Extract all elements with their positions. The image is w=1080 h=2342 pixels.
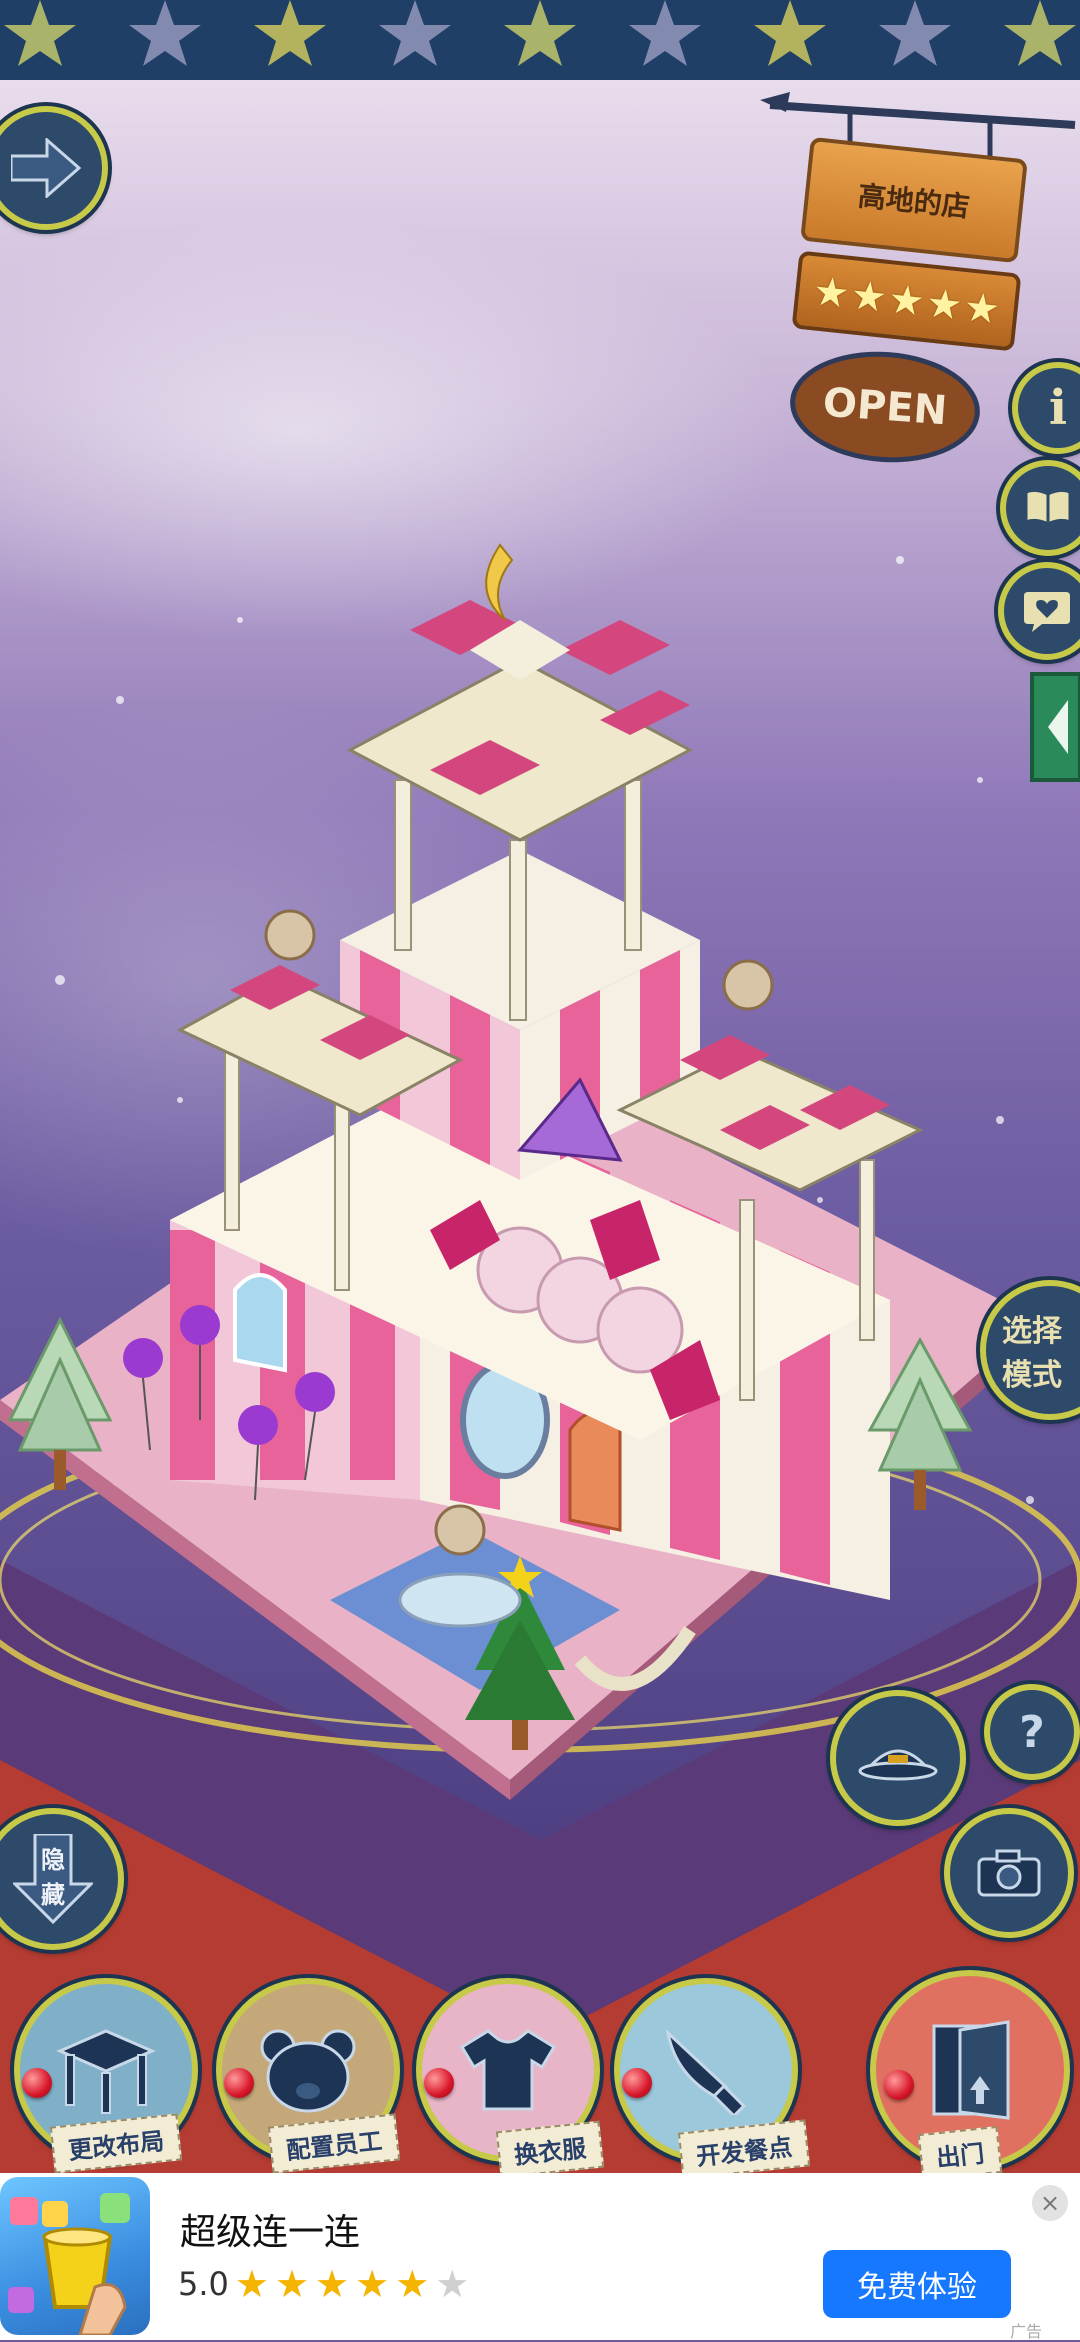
ad-cta-button[interactable]: 免费体验 — [823, 2250, 1011, 2318]
select-mode-label-line2: 模式 — [1002, 1358, 1062, 1393]
pin-icon — [224, 2068, 254, 2098]
pin-icon — [622, 2068, 652, 2098]
ad-title: 超级连一连 — [180, 2212, 361, 2253]
costume-hat-button[interactable] — [830, 1690, 966, 1826]
table-icon — [56, 2029, 156, 2114]
star-icon: ★ — [315, 2262, 350, 2306]
camera-button[interactable] — [944, 1808, 1074, 1938]
star-icon: ★ — [435, 2262, 470, 2306]
ad-tag: 广告 — [1010, 2322, 1043, 2341]
door-icon — [932, 2020, 1010, 2120]
pin-icon — [884, 2070, 914, 2100]
bear-head-icon — [260, 2029, 356, 2113]
info-icon: i — [1048, 380, 1068, 436]
top-star-border — [0, 0, 1080, 86]
star-icon: ★ — [961, 284, 1003, 334]
star-icon: ★ — [923, 280, 965, 330]
ad-rating-value: 5.0 — [178, 2265, 229, 2303]
book-icon — [1024, 488, 1072, 526]
ad-app-icon[interactable] — [0, 2177, 150, 2335]
pin-icon — [22, 2068, 52, 2098]
ad-banner[interactable]: 超级连一连 5.0 ★ ★ ★ ★ ★ ★ 免费体验 × — [0, 2173, 1080, 2340]
shop-name: 高地的店 — [856, 179, 972, 224]
hide-label-line1: 隐 — [41, 1846, 65, 1874]
hide-label-line2: 藏 — [41, 1881, 65, 1909]
pin-icon — [424, 2068, 454, 2098]
star-icon: ★ — [274, 2262, 310, 2306]
hat-icon — [858, 1749, 938, 1781]
help-button[interactable]: ? — [984, 1684, 1080, 1780]
arrow-right-icon — [11, 138, 81, 198]
help-icon: ? — [1019, 1706, 1045, 1758]
knife-icon — [665, 2028, 746, 2115]
star-icon: ★ — [848, 272, 890, 322]
star-icon: ★ — [234, 2262, 269, 2306]
camera-icon — [977, 1849, 1041, 1897]
star-icon: ★ — [886, 276, 927, 326]
shirt-icon — [459, 2029, 557, 2111]
ad-close-button[interactable]: × — [1032, 2185, 1068, 2221]
open-sign-label: OPEN — [821, 379, 949, 435]
ad-rating: 5.0 ★ ★ ★ ★ ★ ★ — [178, 2265, 469, 2303]
star-icon: ★ — [355, 2262, 390, 2306]
select-mode-label-line1: 选择 — [1002, 1314, 1062, 1349]
star-icon: ★ — [395, 2262, 430, 2306]
heart-bubble-icon — [1024, 592, 1070, 632]
star-icon: ★ — [810, 268, 852, 318]
